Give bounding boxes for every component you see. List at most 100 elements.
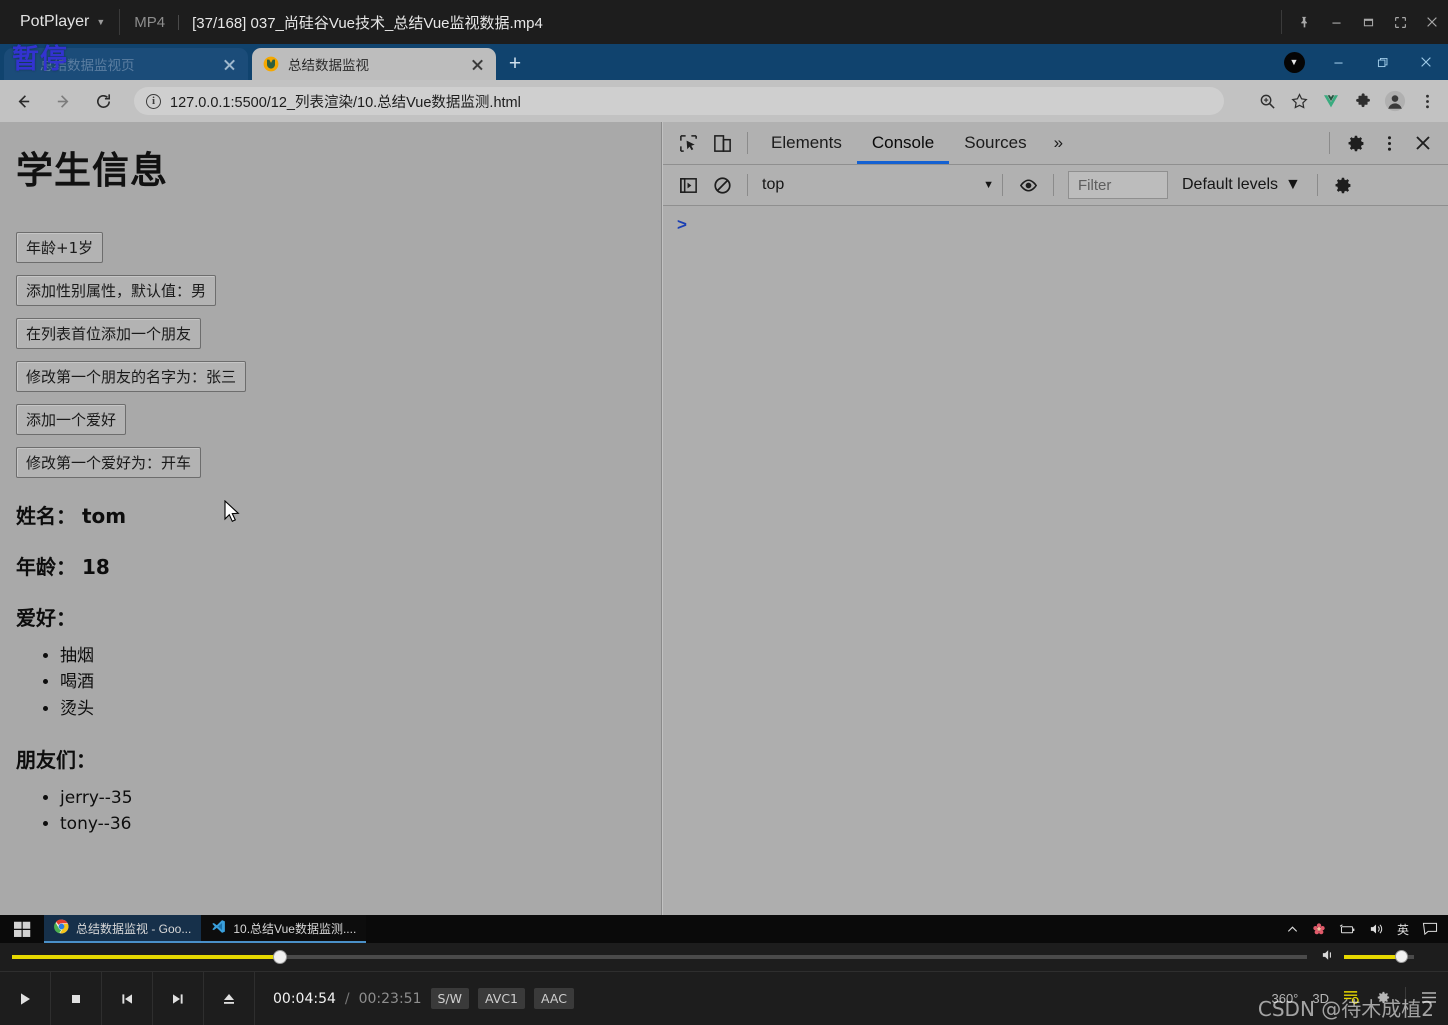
tab-console[interactable]: Console xyxy=(857,122,949,164)
add-hobby-button[interactable]: 添加一个爱好 xyxy=(16,404,127,435)
pin-icon[interactable] xyxy=(1288,0,1320,44)
inspect-element-icon[interactable] xyxy=(671,128,705,158)
restore-icon[interactable] xyxy=(1360,44,1404,80)
console-output[interactable]: > xyxy=(663,206,1448,238)
console-context-selector[interactable]: top ▼ xyxy=(762,176,994,194)
console-settings-icon[interactable] xyxy=(1326,170,1360,200)
divider xyxy=(747,132,748,154)
action-button-row: 添加一个爱好 xyxy=(16,404,645,435)
volume-progress xyxy=(1344,955,1402,959)
time-total: 00:23:51 xyxy=(358,990,422,1007)
maximize-icon[interactable] xyxy=(1352,0,1384,44)
windows-logo-icon[interactable] xyxy=(0,915,44,943)
bookmark-star-icon[interactable] xyxy=(1284,86,1314,116)
live-expression-eye-icon[interactable] xyxy=(1011,170,1045,200)
three-d-button[interactable]: 3D xyxy=(1312,991,1329,1006)
reload-button[interactable] xyxy=(86,84,120,118)
tab-title: 总结数据监视 xyxy=(288,58,369,73)
tab-sources[interactable]: Sources xyxy=(949,122,1041,164)
potplayer-app-name: PotPlayer xyxy=(20,13,90,30)
tray-volume-icon[interactable] xyxy=(1369,922,1384,936)
back-button[interactable] xyxy=(6,84,40,118)
add-friend-first-button[interactable]: 在列表首位添加一个朋友 xyxy=(16,318,202,349)
taskbar-item-chrome[interactable]: 总结数据监视 - Goo... xyxy=(44,915,202,943)
change-first-hobby-button[interactable]: 修改第一个爱好为：开车 xyxy=(16,447,202,478)
increment-age-button[interactable]: 年龄+1岁 xyxy=(16,232,104,263)
fullscreen-icon[interactable] xyxy=(1384,0,1416,44)
zoom-icon[interactable] xyxy=(1252,86,1282,116)
play-button[interactable] xyxy=(0,971,51,1025)
devtools-close-icon[interactable] xyxy=(1406,128,1440,158)
vr360-button[interactable]: 360° xyxy=(1271,991,1298,1006)
action-button-row: 在列表首位添加一个朋友 xyxy=(16,318,645,349)
playback-time: 00:04:54 / 00:23:51 S/W AVC1 AAC xyxy=(255,988,574,1009)
list-item: 抽烟 xyxy=(60,643,645,669)
next-button[interactable] xyxy=(153,971,204,1025)
student-name-value: tom xyxy=(82,504,127,528)
tray-notifications-icon[interactable] xyxy=(1422,922,1438,936)
time-current: 00:04:54 xyxy=(273,990,336,1007)
console-sidebar-icon[interactable] xyxy=(671,170,705,200)
more-tabs-icon[interactable]: » xyxy=(1042,133,1075,153)
volume-handle[interactable] xyxy=(1395,950,1409,963)
close-icon[interactable] xyxy=(469,56,486,73)
volume-icon[interactable] xyxy=(1321,948,1337,967)
address-bar-url: 127.0.0.1:5500/12_列表渲染/10.总结Vue数据监测.html xyxy=(170,94,521,111)
profile-avatar-icon[interactable] xyxy=(1380,86,1410,116)
badge-video-codec: AVC1 xyxy=(478,988,525,1009)
potplayer-app-menu[interactable]: PotPlayer ▼ xyxy=(0,13,105,31)
device-toolbar-icon[interactable] xyxy=(705,128,739,158)
address-bar[interactable]: i 127.0.0.1:5500/12_列表渲染/10.总结Vue数据监测.ht… xyxy=(134,87,1224,115)
tray-chevron-up-icon[interactable] xyxy=(1286,923,1299,936)
potplayer-window-controls xyxy=(1281,0,1448,44)
eject-button[interactable] xyxy=(204,971,255,1025)
potplayer-settings-icon[interactable] xyxy=(1374,989,1391,1009)
badge-audio-codec: AAC xyxy=(534,988,574,1009)
extensions-puzzle-icon[interactable] xyxy=(1348,86,1378,116)
tray-battery-icon[interactable] xyxy=(1339,923,1356,936)
chrome-window: 总结数据监视页 暂停 总结数据监视 + ▼ i 127.0.0.1:5500/1… xyxy=(0,44,1448,915)
volume-control[interactable] xyxy=(1321,948,1414,967)
divider xyxy=(1329,132,1330,154)
devtools-settings-icon[interactable] xyxy=(1338,128,1372,158)
stop-button[interactable] xyxy=(51,971,102,1025)
close-icon[interactable] xyxy=(1404,44,1448,80)
minimize-icon[interactable] xyxy=(1320,0,1352,44)
potplayer-controls: 00:04:54 / 00:23:51 S/W AVC1 AAC 360° 3D xyxy=(0,943,1448,1025)
minimize-icon[interactable] xyxy=(1316,44,1360,80)
potplayer-menu-icon[interactable] xyxy=(1420,990,1438,1008)
console-filter-input[interactable]: Filter xyxy=(1068,171,1168,199)
console-prompt-row[interactable]: > xyxy=(677,216,1448,238)
console-prompt-icon: > xyxy=(677,215,687,234)
forward-button[interactable] xyxy=(46,84,80,118)
previous-button[interactable] xyxy=(102,971,153,1025)
devtools-more-icon[interactable] xyxy=(1372,128,1406,158)
playlist-icon[interactable] xyxy=(1343,990,1360,1008)
clear-console-icon[interactable] xyxy=(705,170,739,200)
taskbar-item-vscode[interactable]: 10.总结Vue数据监测.... xyxy=(201,915,367,943)
browser-tab-1[interactable]: 总结数据监视页 xyxy=(4,48,248,80)
add-gender-button[interactable]: 添加性别属性，默认值：男 xyxy=(16,275,217,306)
site-info-icon[interactable]: i xyxy=(146,93,161,109)
seek-slider[interactable] xyxy=(12,950,1307,964)
student-name-label: 姓名： xyxy=(16,504,76,528)
tray-flower-icon[interactable] xyxy=(1312,922,1326,936)
close-icon[interactable] xyxy=(1416,0,1448,44)
download-indicator-icon[interactable]: ▼ xyxy=(1272,44,1316,80)
seek-handle[interactable] xyxy=(273,950,288,964)
tab-elements[interactable]: Elements xyxy=(756,122,857,164)
volume-slider[interactable] xyxy=(1344,950,1414,963)
new-tab-button[interactable]: + xyxy=(504,53,526,76)
vue-devtools-icon[interactable] xyxy=(1316,86,1346,116)
rename-first-friend-button[interactable]: 修改第一个朋友的名字为：张三 xyxy=(16,361,247,392)
action-button-row: 年龄+1岁 xyxy=(16,232,645,263)
student-age-value: 18 xyxy=(82,555,110,579)
browser-tab-2[interactable]: 总结数据监视 xyxy=(252,48,496,80)
close-icon[interactable] xyxy=(221,56,238,73)
list-item: 喝酒 xyxy=(60,669,645,695)
devtools-tabbar: Elements Console Sources » xyxy=(663,122,1448,165)
chrome-menu-icon[interactable] xyxy=(1412,86,1442,116)
student-age-line: 年龄： 18 xyxy=(16,551,645,580)
console-level-selector[interactable]: Default levels ▼ xyxy=(1174,176,1309,194)
tray-ime-icon[interactable]: 英 xyxy=(1397,921,1409,938)
